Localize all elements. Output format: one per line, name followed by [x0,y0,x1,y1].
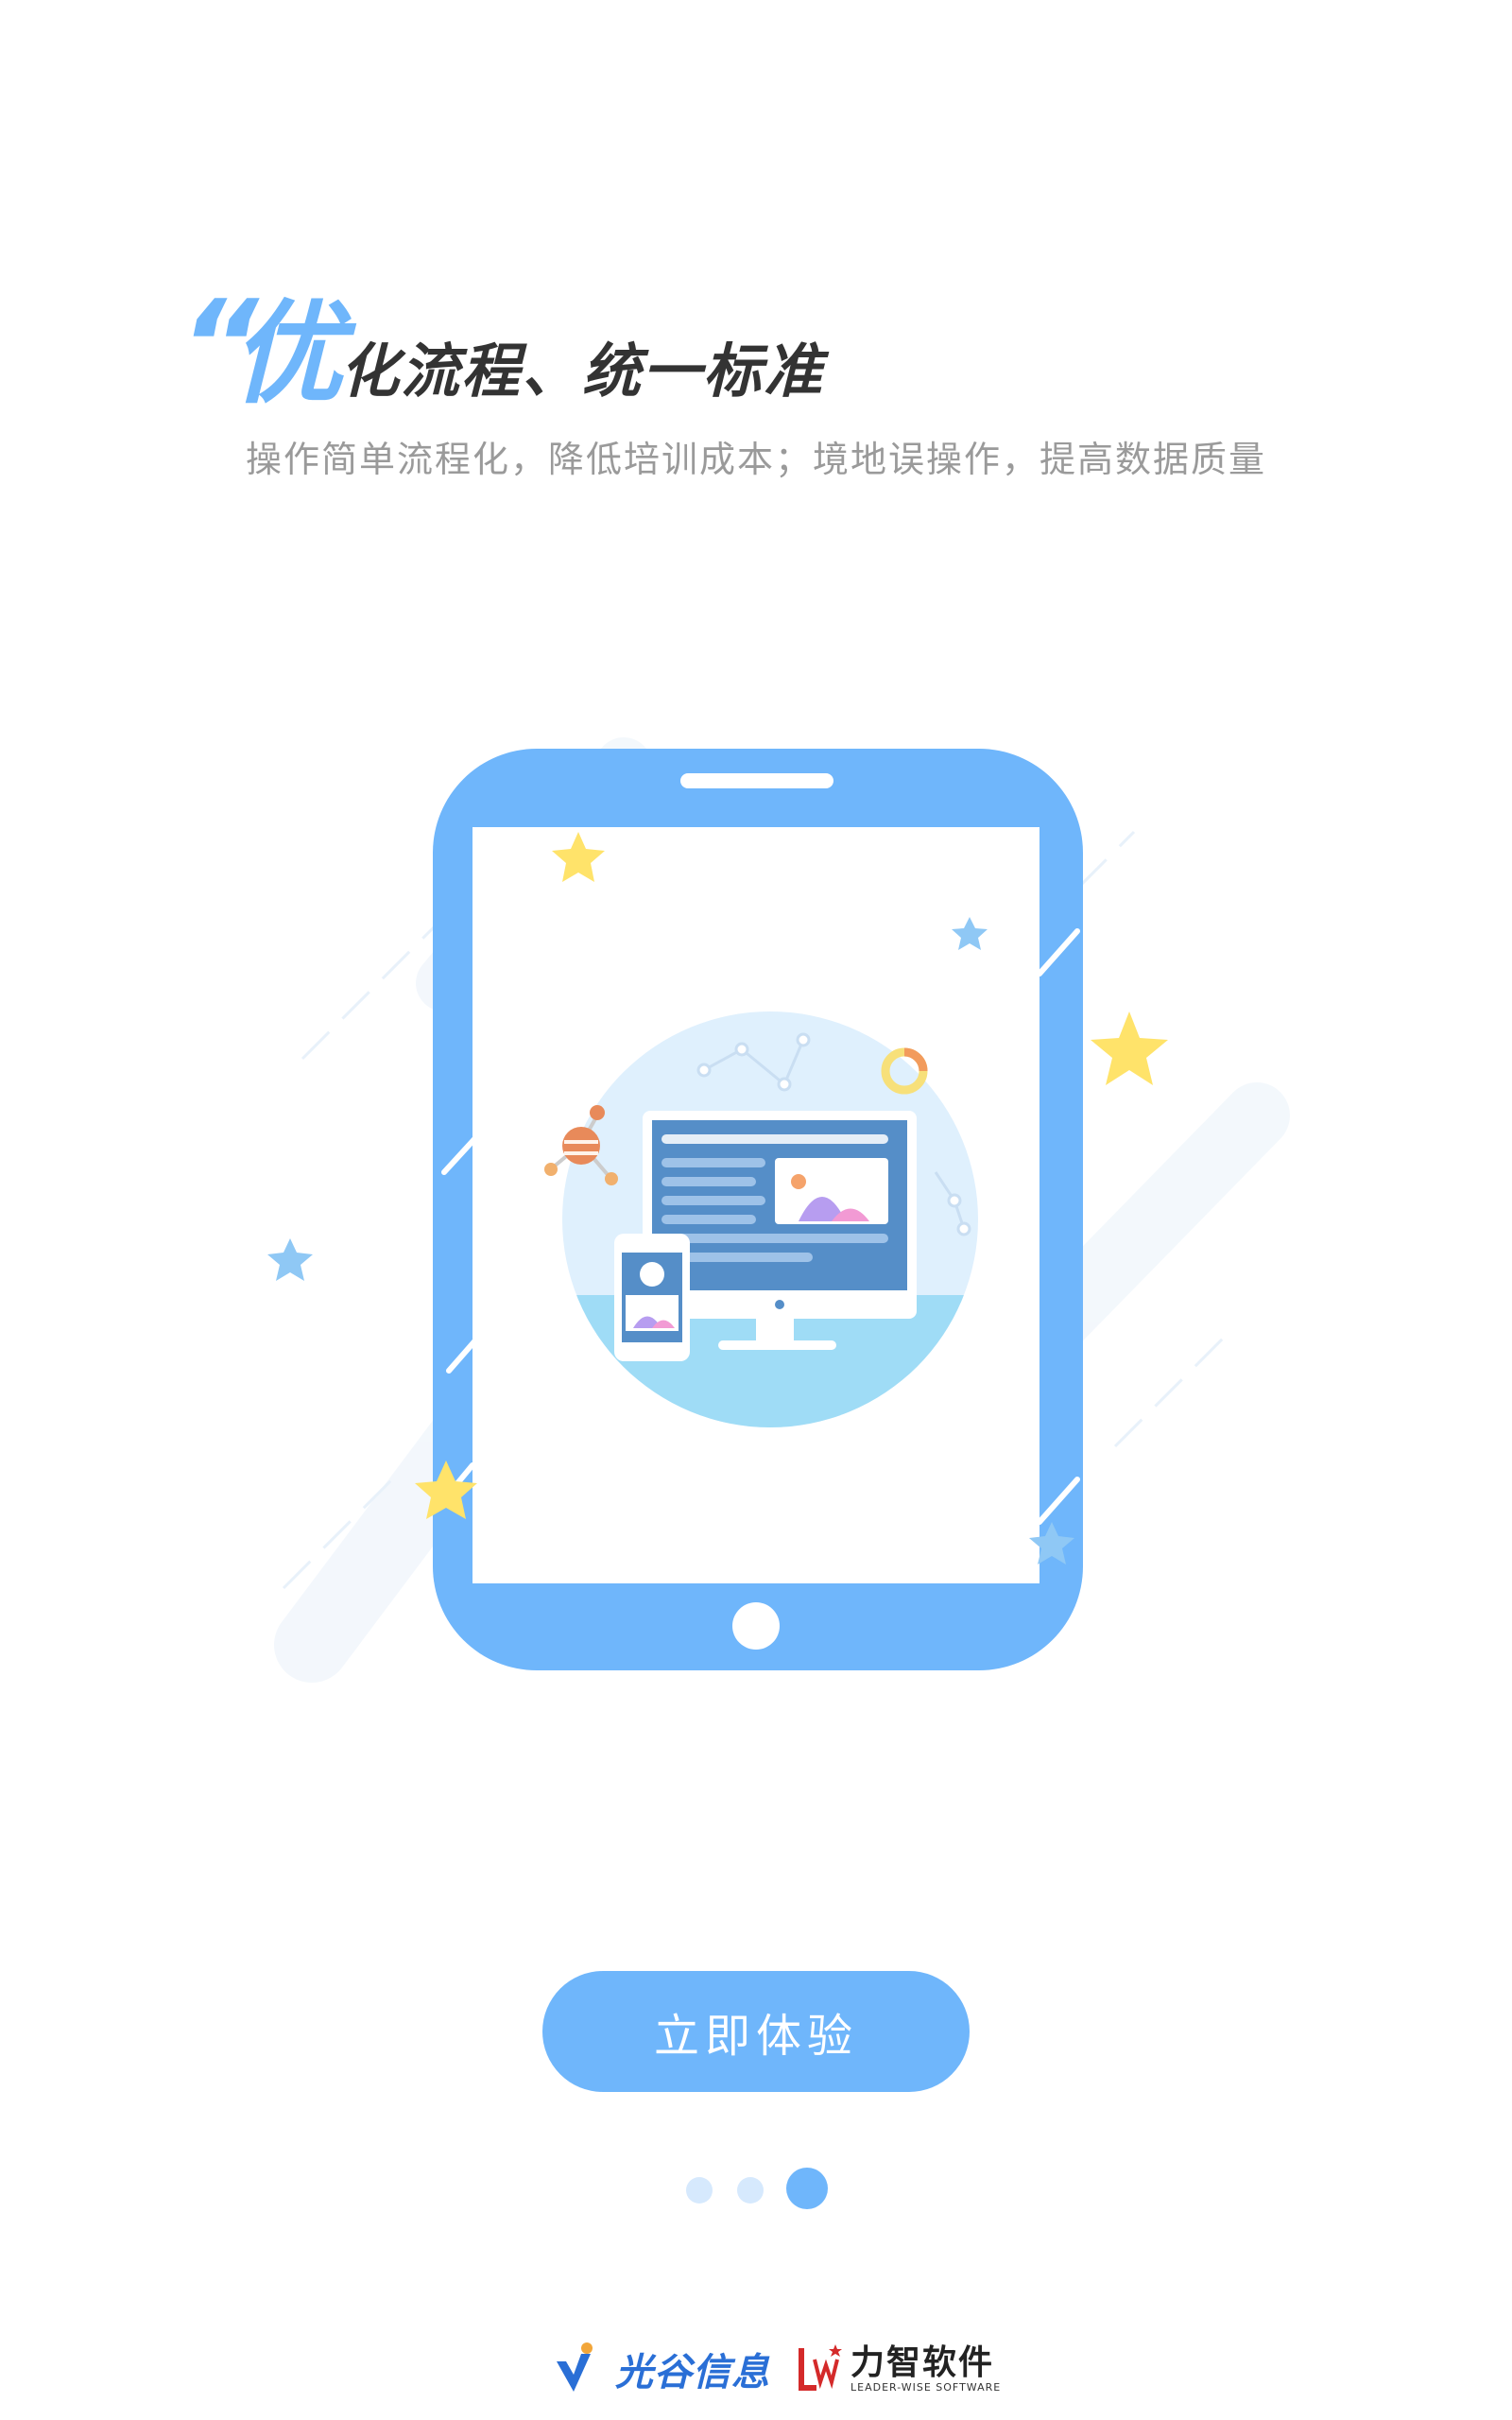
tablet-speaker [680,773,833,788]
star-yellow-2 [1091,1011,1168,1085]
leaderwise-logo-text: 力智软件 [850,2342,995,2382]
tablet-home-button [732,1602,780,1650]
start-experience-button[interactable]: 立即体验 [542,1971,970,2092]
phone-icon [614,1234,690,1361]
page-subtitle: 操作简单流程化，降低培训成本；境地误操作，提高数据质量 [245,439,1266,480]
page-indicator [0,2168,1512,2211]
page-dot-2[interactable] [737,2177,764,2204]
leaderwise-logo: 力智软件 LEADER-WISE SOFTWARE [792,2335,1001,2403]
guanggu-logo-mark-icon [557,2342,593,2392]
footer-logos: 光谷信息 力智软件 LEADER-WISE SOFTWARE [0,2335,1512,2411]
title-highlight-char: 优 [232,288,344,419]
guanggu-logo: 光谷信息 [553,2335,770,2403]
leaderwise-logo-english: LEADER-WISE SOFTWARE [850,2381,1002,2394]
page-title: 化流程、统一标准 [340,337,825,406]
page-dot-1[interactable] [686,2177,713,2204]
guanggu-logo-text: 光谷信息 [615,2351,770,2394]
tablet-illustration [267,737,1290,1683]
leaderwise-logo-mark-icon [799,2344,842,2391]
page-dot-3-active[interactable] [786,2168,828,2209]
star-blue-2 [267,1238,313,1281]
